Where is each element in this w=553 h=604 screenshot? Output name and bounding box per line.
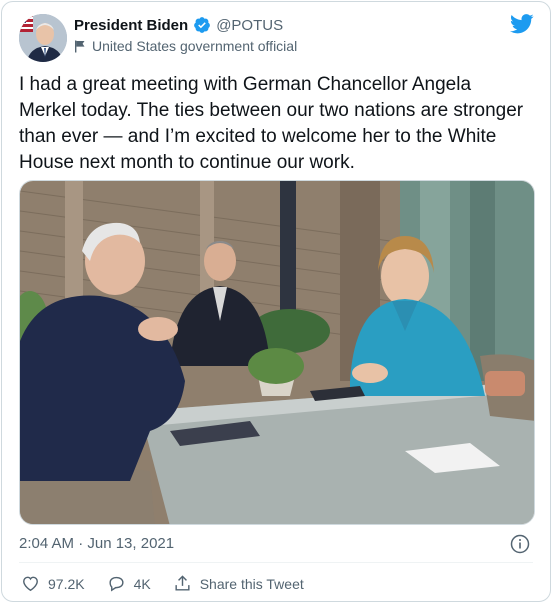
reply-button[interactable]: 4K (107, 574, 151, 593)
government-label-text: United States government official (92, 38, 298, 54)
share-label: Share this Tweet (199, 575, 304, 592)
heart-icon (23, 576, 38, 592)
verified-badge-icon (194, 17, 211, 33)
reply-count: 4K (133, 575, 151, 592)
tweet-actions: 97.2K 4K Share this Tweet (21, 574, 326, 593)
government-label: United States government official (74, 38, 297, 54)
author-handle[interactable]: @POTUS (216, 17, 283, 34)
tweet-timestamp[interactable]: 2:04 AM · Jun 13, 2021 (19, 535, 174, 552)
tweet-text: I had a great meeting with German Chance… (19, 74, 524, 173)
author-name-row: President Biden @POTUS (74, 16, 283, 34)
info-icon[interactable] (510, 534, 530, 554)
flag-icon (75, 40, 85, 52)
like-button[interactable]: 97.2K (21, 574, 85, 593)
share-icon (175, 575, 190, 591)
like-count: 97.2K (48, 575, 85, 592)
divider (19, 562, 533, 563)
avatar[interactable] (19, 14, 67, 62)
reply-bubble-icon (109, 576, 124, 592)
tweet-photo[interactable] (19, 180, 535, 525)
author-display-name[interactable]: President Biden (74, 17, 188, 34)
twitter-bird-icon[interactable] (510, 14, 534, 34)
share-button[interactable]: Share this Tweet (173, 574, 304, 593)
tweet-card: President Biden @POTUS United States gov… (1, 1, 551, 602)
